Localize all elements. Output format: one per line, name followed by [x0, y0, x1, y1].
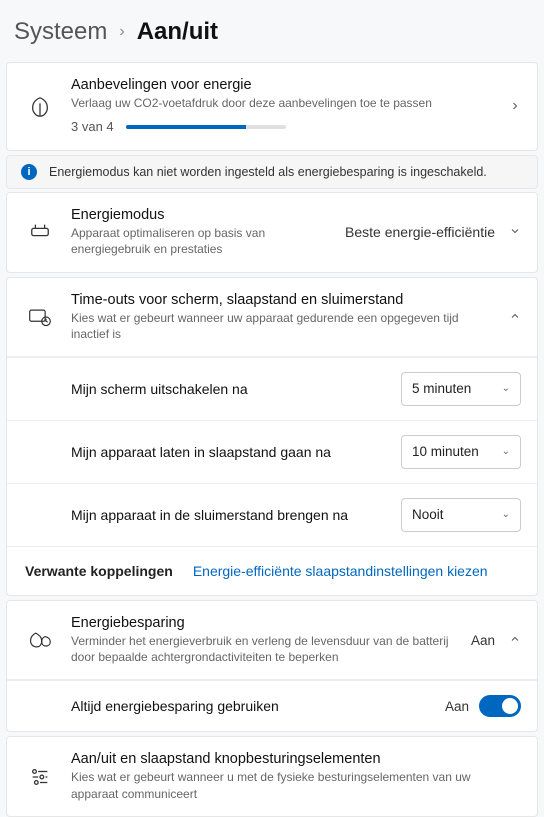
- sleep-row: Mijn apparaat laten in slaapstand gaan n…: [7, 420, 537, 483]
- chevron-down-icon: ⌄: [502, 446, 510, 457]
- sleep-value: 10 minuten: [412, 444, 479, 459]
- chevron-right-icon: ›: [117, 23, 126, 41]
- leaf-icon: [23, 96, 57, 118]
- related-links-row: Verwante koppelingen Energie-efficiënte …: [7, 546, 537, 595]
- chevron-down-icon: ⌄: [502, 509, 510, 520]
- power-buttons-card[interactable]: Aan/uit en slaapstand knopbesturingselem…: [6, 736, 538, 816]
- battery-saver-subtitle: Verminder het energieverbruik en verleng…: [71, 633, 457, 665]
- battery-saver-title: Energiebesparing: [71, 615, 457, 631]
- power-mode-value: Beste energie-efficiëntie: [345, 224, 495, 240]
- always-saver-row: Altijd energiebesparing gebruiken Aan: [7, 680, 537, 731]
- timeouts-card: Time-outs voor scherm, slaapstand en slu…: [6, 277, 538, 596]
- sleep-select[interactable]: 10 minuten ⌄: [401, 435, 521, 469]
- chevron-up-icon: [509, 632, 521, 648]
- power-buttons-title: Aan/uit en slaapstand knopbesturingselem…: [71, 751, 521, 767]
- hibernate-label: Mijn apparaat in de sluimerstand brengen…: [71, 507, 387, 523]
- power-mode-title: Energiemodus: [71, 207, 331, 223]
- screen-off-value: 5 minuten: [412, 381, 471, 396]
- recommendations-progress-bar: [126, 125, 286, 129]
- screen-off-label: Mijn scherm uitschakelen na: [71, 381, 387, 397]
- battery-saver-status: Aan: [471, 633, 495, 648]
- breadcrumb: Systeem › Aan/uit: [0, 0, 544, 56]
- chevron-up-icon: [509, 309, 521, 325]
- recommendations-progress-fill: [126, 125, 246, 129]
- timeouts-title: Time-outs voor scherm, slaapstand en slu…: [71, 292, 495, 308]
- timeout-icon: [23, 306, 57, 328]
- power-mode-card[interactable]: Energiemodus Apparaat optimaliseren op b…: [6, 192, 538, 272]
- info-icon: i: [21, 164, 37, 180]
- info-bar: i Energiemodus kan niet worden ingesteld…: [6, 155, 538, 189]
- chevron-down-icon: [509, 224, 521, 240]
- power-buttons-subtitle: Kies wat er gebeurt wanneer u met de fys…: [71, 769, 521, 801]
- sleep-label: Mijn apparaat laten in slaapstand gaan n…: [71, 444, 387, 460]
- battery-saver-card: Energiebesparing Verminder het energieve…: [6, 600, 538, 732]
- screen-off-row: Mijn scherm uitschakelen na 5 minuten ⌄: [7, 357, 537, 420]
- power-mode-subtitle: Apparaat optimaliseren op basis van ener…: [71, 225, 331, 257]
- always-saver-value: Aan: [445, 699, 469, 714]
- sleep-settings-link[interactable]: Energie-efficiënte slaapstandinstellinge…: [193, 563, 488, 579]
- controls-icon: [23, 766, 57, 788]
- chevron-down-icon: ⌄: [502, 383, 510, 394]
- breadcrumb-current: Aan/uit: [137, 18, 218, 46]
- energy-recommendations-card[interactable]: Aanbevelingen voor energie Verlaag uw CO…: [6, 62, 538, 151]
- always-saver-label: Altijd energiebesparing gebruiken: [71, 698, 431, 714]
- timeouts-header-row[interactable]: Time-outs voor scherm, slaapstand en slu…: [7, 278, 537, 357]
- recommendations-subtitle: Verlaag uw CO2-voetafdruk door deze aanb…: [71, 95, 495, 111]
- hibernate-row: Mijn apparaat in de sluimerstand brengen…: [7, 483, 537, 546]
- hibernate-value: Nooit: [412, 507, 444, 522]
- breadcrumb-parent[interactable]: Systeem: [14, 18, 107, 46]
- battery-saver-header-row[interactable]: Energiebesparing Verminder het energieve…: [7, 601, 537, 680]
- recommendations-title: Aanbevelingen voor energie: [71, 77, 495, 93]
- recommendations-progress-text: 3 van 4: [71, 119, 114, 134]
- screen-off-select[interactable]: 5 minuten ⌄: [401, 372, 521, 406]
- info-text: Energiemodus kan niet worden ingesteld a…: [49, 165, 487, 179]
- chevron-right-icon: [509, 99, 521, 115]
- related-links-label: Verwante koppelingen: [25, 563, 173, 579]
- timeouts-subtitle: Kies wat er gebeurt wanneer uw apparaat …: [71, 310, 495, 342]
- hibernate-select[interactable]: Nooit ⌄: [401, 498, 521, 532]
- always-saver-toggle[interactable]: [479, 695, 521, 717]
- battery-saver-icon: [23, 629, 57, 651]
- power-mode-icon: [23, 221, 57, 243]
